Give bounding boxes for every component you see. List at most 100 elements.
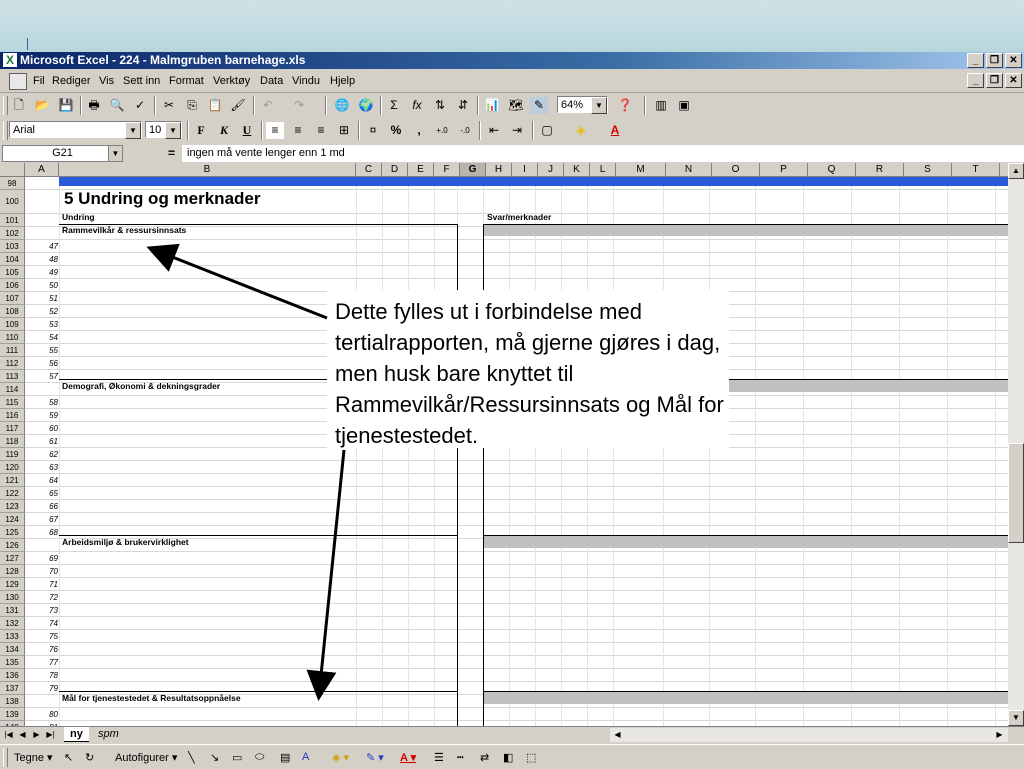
menu-verktoy[interactable]: Verktøy xyxy=(213,75,250,87)
font-name-select[interactable]: Arial ▼ xyxy=(9,121,142,139)
chevron-down-icon[interactable]: ▼ xyxy=(108,146,122,161)
row-header[interactable]: 137 xyxy=(0,682,25,695)
row-header[interactable]: 106 xyxy=(0,279,25,292)
draw-menu-button[interactable]: Tegne ▾ xyxy=(14,751,53,764)
dash-style-icon[interactable]: ┅ xyxy=(457,751,464,764)
column-header[interactable]: A xyxy=(25,163,59,176)
row-header[interactable]: 135 xyxy=(0,656,25,669)
close-button[interactable]: ✕ xyxy=(1005,53,1022,68)
menu-sett-inn[interactable]: Sett inn xyxy=(123,75,160,87)
row-header[interactable]: 109 xyxy=(0,318,25,331)
tab-spm[interactable]: spm xyxy=(92,727,125,742)
menu-vindu[interactable]: Vindu xyxy=(292,75,320,87)
row-header[interactable]: 116 xyxy=(0,409,25,422)
chevron-down-icon[interactable]: ▼ xyxy=(591,97,607,114)
row-header[interactable]: 134 xyxy=(0,643,25,656)
autosum-button[interactable]: Σ xyxy=(385,97,403,114)
doc-restore-button[interactable]: ❐ xyxy=(986,73,1003,88)
column-header[interactable]: M xyxy=(616,163,666,176)
row-header[interactable]: 104 xyxy=(0,253,25,266)
column-header[interactable]: O xyxy=(712,163,760,176)
row-header[interactable]: 98 xyxy=(0,177,25,190)
merge-center-icon[interactable]: ⊞ xyxy=(335,122,353,139)
row-header[interactable]: 105 xyxy=(0,266,25,279)
underline-button[interactable]: U xyxy=(238,122,256,139)
decrease-indent-icon[interactable]: ⇤ xyxy=(485,122,503,139)
column-header[interactable]: I xyxy=(512,163,538,176)
font-color-icon[interactable]: A ▾ xyxy=(400,751,416,764)
row-header[interactable]: 124 xyxy=(0,513,25,526)
name-box[interactable]: G21 ▼ xyxy=(2,145,123,162)
column-header[interactable]: B xyxy=(59,163,356,176)
row-header[interactable]: 111 xyxy=(0,344,25,357)
formula-input[interactable]: ingen må vente lenger enn 1 md xyxy=(182,145,1024,162)
scroll-up-icon[interactable]: ▲ xyxy=(1008,163,1024,179)
row-header[interactable]: 107 xyxy=(0,292,25,305)
row-header[interactable]: 122 xyxy=(0,487,25,500)
column-header[interactable]: J xyxy=(538,163,564,176)
row-header[interactable]: 130 xyxy=(0,591,25,604)
increase-indent-icon[interactable]: ⇥ xyxy=(508,122,526,139)
horizontal-scrollbar[interactable]: ◀ ▶ xyxy=(610,728,1008,742)
row-header[interactable]: 118 xyxy=(0,435,25,448)
document-icon[interactable] xyxy=(9,73,27,90)
select-objects-icon[interactable]: ↖ xyxy=(64,751,73,764)
row-header[interactable]: 120 xyxy=(0,461,25,474)
redo-icon[interactable]: ↷ xyxy=(290,97,308,114)
chevron-down-icon[interactable]: ▼ xyxy=(125,122,141,139)
sort-descending-icon[interactable]: ⇵ xyxy=(454,97,472,114)
bold-button[interactable]: F xyxy=(192,122,210,139)
spelling-icon[interactable]: ✓ xyxy=(131,97,149,114)
decrease-decimal-icon[interactable]: -.0 xyxy=(456,122,474,139)
font-color-icon[interactable]: A xyxy=(606,122,624,139)
fill-color-icon[interactable]: ◈ xyxy=(572,122,590,139)
zoom-select[interactable]: 64% ▼ xyxy=(557,96,608,114)
text-box-icon[interactable]: ▤ xyxy=(280,751,290,764)
align-right-icon[interactable]: ≡ xyxy=(312,122,330,139)
column-header[interactable]: G xyxy=(460,163,486,176)
column-header[interactable]: K xyxy=(564,163,590,176)
autoshapes-menu-button[interactable]: Autofigurer ▾ xyxy=(115,751,177,764)
row-header[interactable]: 138 xyxy=(0,695,25,708)
last-sheet-icon[interactable]: ▶| xyxy=(45,728,56,741)
column-header[interactable]: N xyxy=(666,163,712,176)
row-header[interactable]: 126 xyxy=(0,539,25,552)
row-header[interactable]: 112 xyxy=(0,357,25,370)
wordart-icon[interactable]: A xyxy=(302,751,309,763)
prev-sheet-icon[interactable]: ◀ xyxy=(17,728,28,741)
row-header[interactable]: 132 xyxy=(0,617,25,630)
borders-icon[interactable]: ▢ xyxy=(538,122,556,139)
rectangle-icon[interactable]: ▭ xyxy=(232,751,242,764)
minimize-button[interactable]: _ xyxy=(967,53,984,68)
toolbar-grip[interactable] xyxy=(3,748,8,767)
shadow-icon[interactable]: ◧ xyxy=(503,751,513,764)
line-style-icon[interactable]: ☰ xyxy=(434,751,444,764)
row-header[interactable]: 102 xyxy=(0,227,25,240)
arrow-icon[interactable]: ↘ xyxy=(210,751,219,764)
row-header[interactable]: 117 xyxy=(0,422,25,435)
column-header[interactable]: H xyxy=(486,163,512,176)
menu-format[interactable]: Format xyxy=(169,75,204,87)
oval-icon[interactable]: ⬭ xyxy=(255,751,264,764)
next-sheet-icon[interactable]: ▶ xyxy=(31,728,42,741)
row-header[interactable]: 127 xyxy=(0,552,25,565)
fill-color-icon[interactable]: ◈ ▾ xyxy=(332,751,349,764)
tab-ny[interactable]: ny xyxy=(64,727,89,742)
cut-icon[interactable]: ✂ xyxy=(160,97,178,114)
column-header[interactable]: E xyxy=(408,163,434,176)
free-rotate-icon[interactable]: ↻ xyxy=(85,751,94,764)
scroll-thumb[interactable] xyxy=(1008,443,1024,543)
row-header[interactable]: 129 xyxy=(0,578,25,591)
comma-button[interactable]: , xyxy=(410,122,428,139)
select-all-corner[interactable] xyxy=(0,163,25,176)
column-header[interactable]: C xyxy=(356,163,382,176)
toolbar-grip[interactable] xyxy=(3,96,8,115)
row-header[interactable]: 139 xyxy=(0,708,25,721)
map-icon[interactable]: 🗺 xyxy=(507,97,525,114)
row-header[interactable]: 125 xyxy=(0,526,25,539)
column-header[interactable]: S xyxy=(904,163,952,176)
scroll-down-icon[interactable]: ▼ xyxy=(1008,710,1024,726)
first-sheet-icon[interactable]: |◀ xyxy=(3,728,14,741)
row-header[interactable]: 103 xyxy=(0,240,25,253)
print-icon[interactable]: 🖶 xyxy=(85,97,103,114)
